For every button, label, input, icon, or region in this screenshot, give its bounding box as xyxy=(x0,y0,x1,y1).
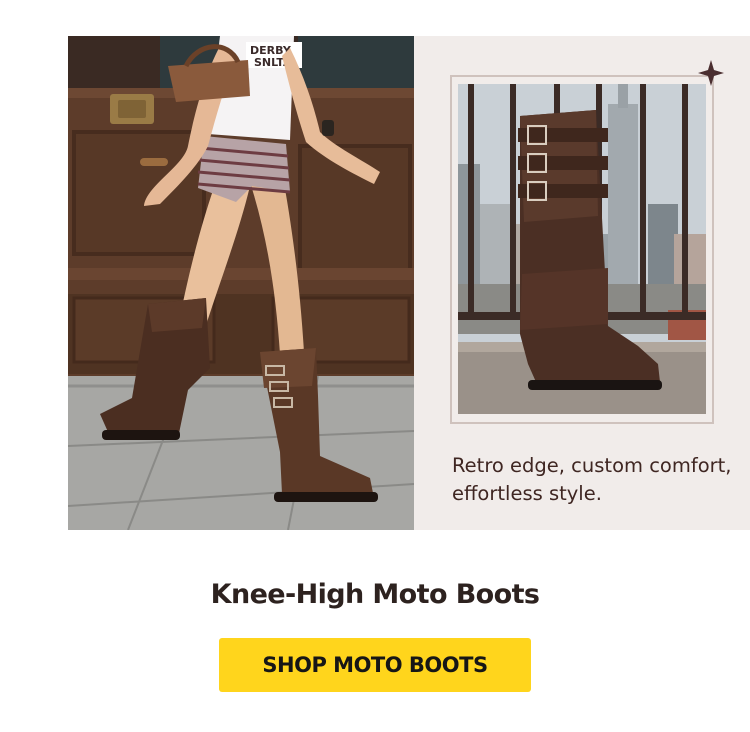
product-title: Knee-High Moto Boots xyxy=(210,579,540,610)
boot-product-photo-image xyxy=(458,84,706,414)
product-card-panel: Retro edge, custom comfort, effortless s… xyxy=(414,36,750,530)
lifestyle-photo-image: DERBY SNLTA xyxy=(68,36,414,530)
lifestyle-photo: DERBY SNLTA xyxy=(68,36,414,530)
boot-product-photo xyxy=(458,84,706,414)
star-icon xyxy=(698,60,724,86)
tagline: Retro edge, custom comfort, effortless s… xyxy=(452,454,732,505)
hero-banner[interactable]: DERBY SNLTA Retro edge, custom comfort, … xyxy=(68,36,750,530)
shop-moto-boots-label: SHOP MOTO BOOTS xyxy=(262,653,488,677)
shop-moto-boots-button[interactable]: SHOP MOTO BOOTS xyxy=(219,638,531,692)
